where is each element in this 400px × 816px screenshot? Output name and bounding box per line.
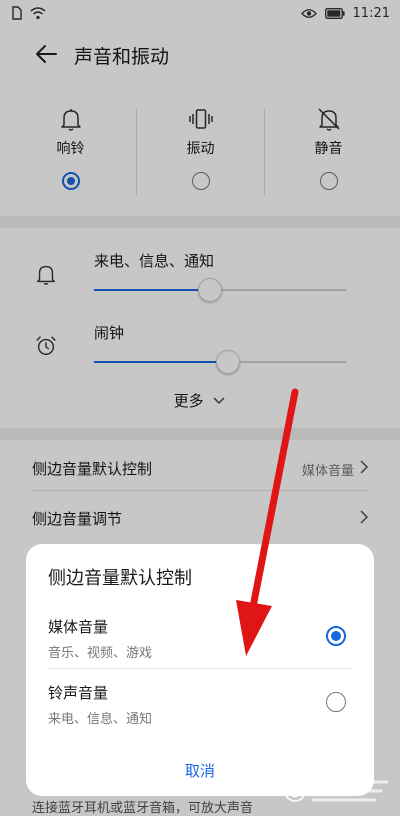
option-description: 来电、信息、通知: [48, 712, 153, 727]
option-name: 铃声音量: [48, 684, 109, 702]
dialog-divider: [48, 668, 352, 669]
baidu-jingyan-watermark: [284, 780, 388, 802]
option-radio[interactable]: [326, 626, 346, 646]
dialog-option-media[interactable]: 媒体音量 音乐、视频、游戏: [26, 616, 374, 676]
dialog-option-ringtone[interactable]: 铃声音量 来电、信息、通知: [26, 682, 374, 742]
dialog-title: 侧边音量默认控制: [48, 568, 192, 589]
option-description: 音乐、视频、游戏: [48, 646, 153, 661]
side-volume-dialog: 侧边音量默认控制 媒体音量 音乐、视频、游戏 铃声音量 来电、信息、通知 取消: [26, 544, 374, 796]
option-name: 媒体音量: [48, 618, 109, 636]
option-radio[interactable]: [326, 692, 346, 712]
